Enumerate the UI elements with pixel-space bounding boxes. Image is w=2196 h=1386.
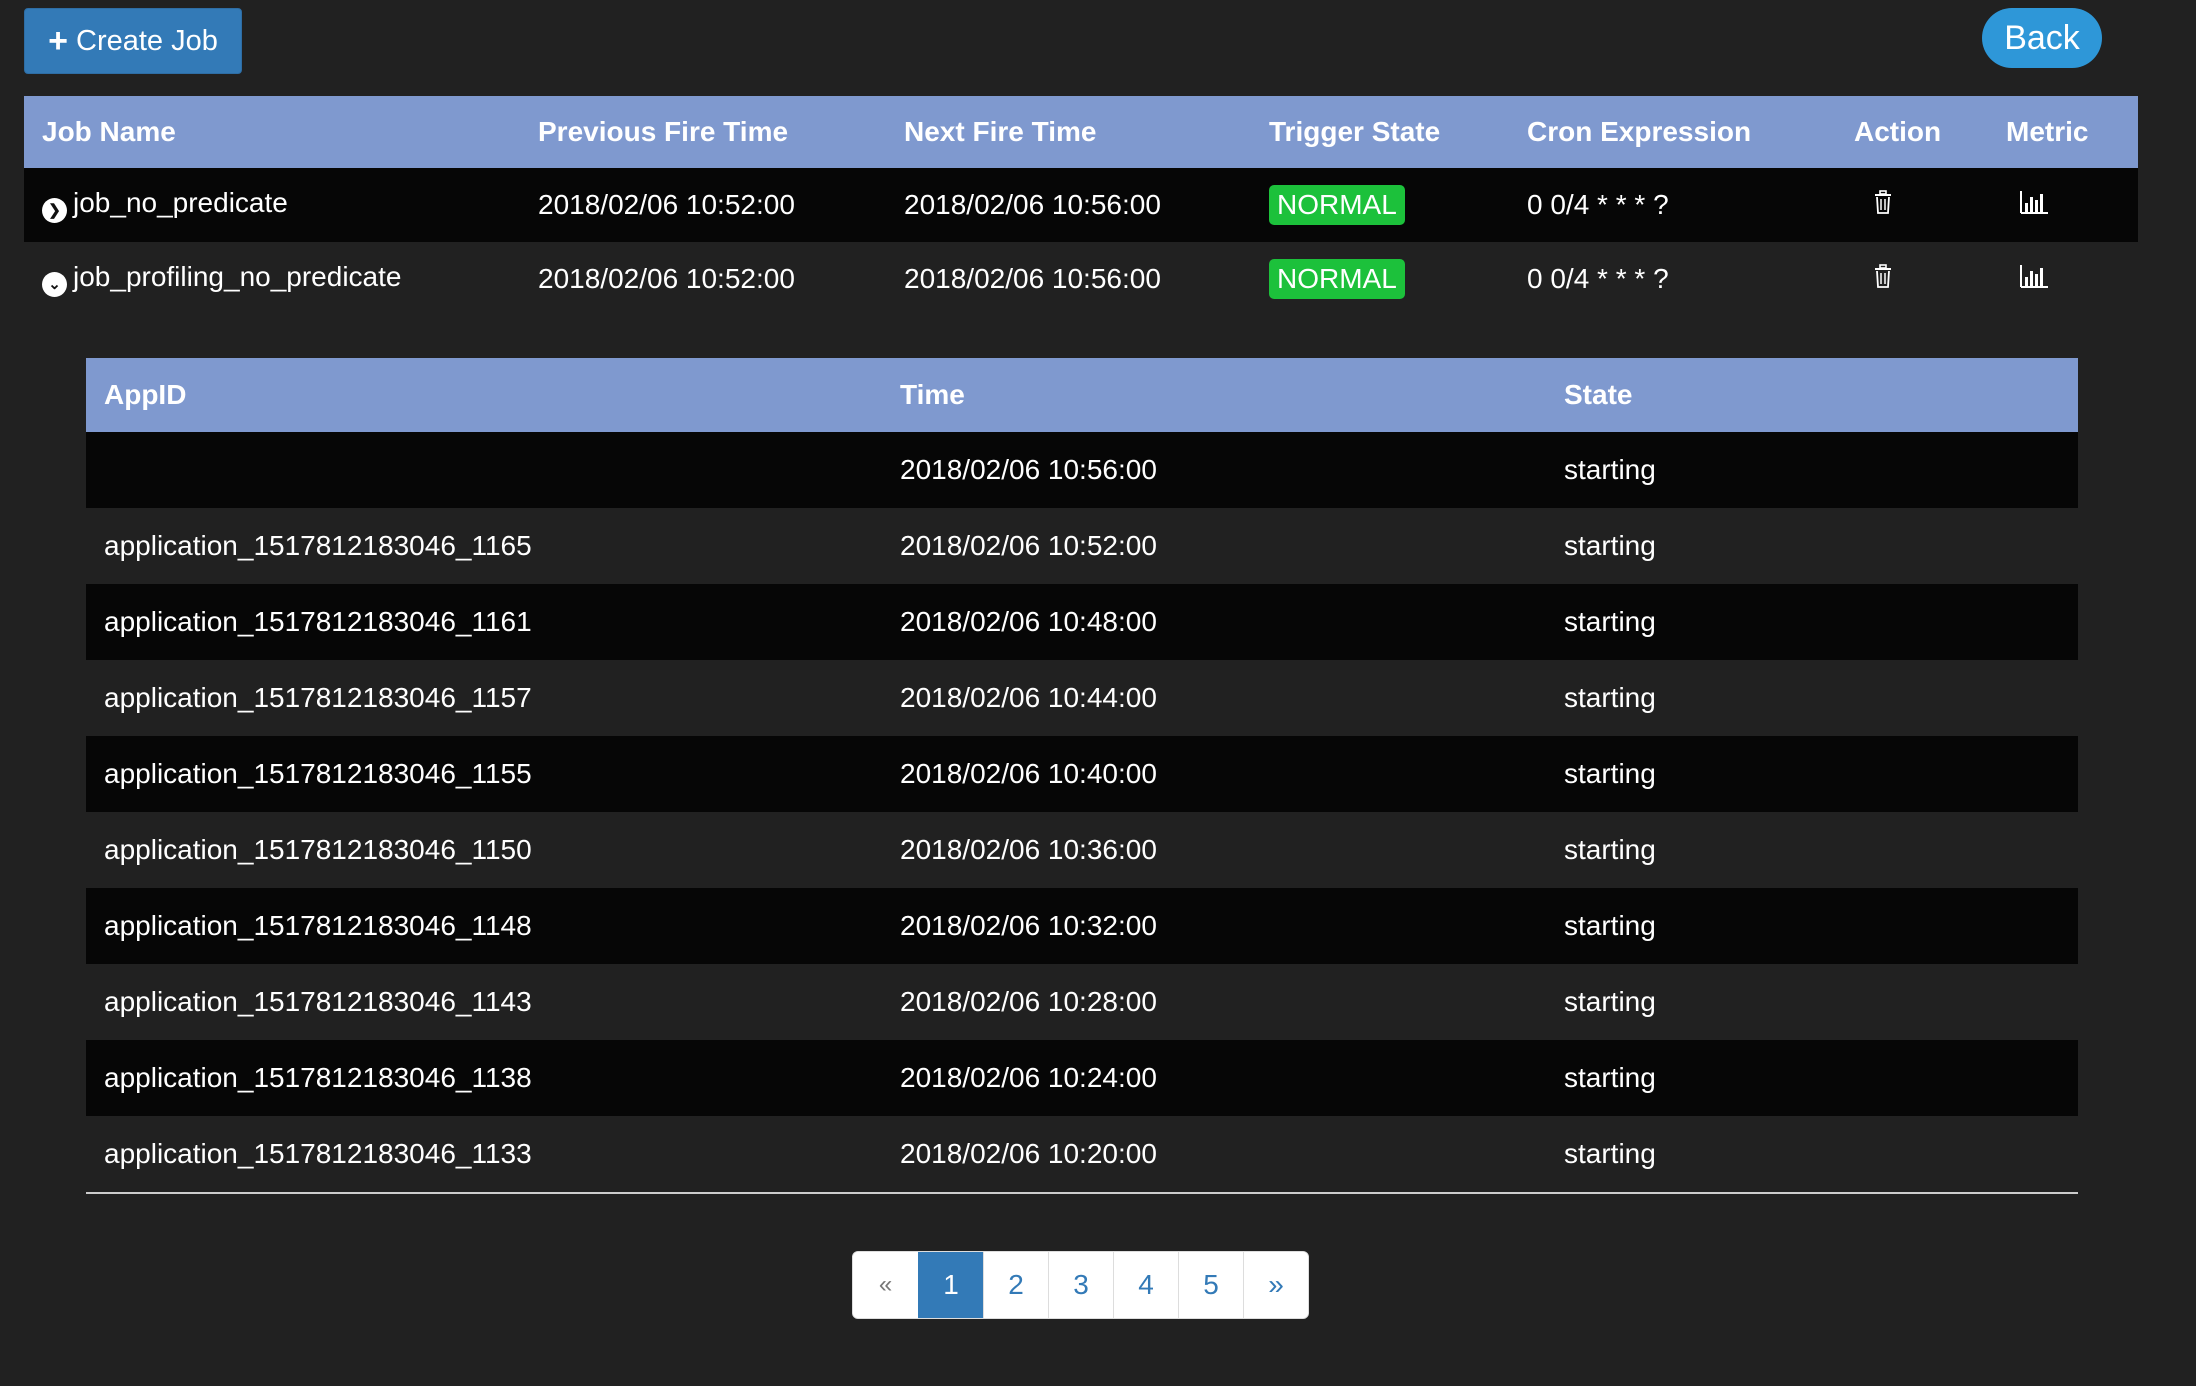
plus-icon: + xyxy=(48,22,68,60)
jobs-header-row: Job Name Previous Fire Time Next Fire Ti… xyxy=(24,96,2138,168)
status-badge: NORMAL xyxy=(1269,259,1405,299)
job-name-cell[interactable]: ❯ job_no_predicate xyxy=(24,168,520,242)
col-job-name: Job Name xyxy=(24,96,520,168)
appid-cell: application_1517812183046_1161 xyxy=(86,584,882,660)
appid-cell: application_1517812183046_1143 xyxy=(86,964,882,1040)
instance-row: application_1517812183046_1148 2018/02/06… xyxy=(86,888,2078,964)
state-cell: starting xyxy=(1546,1116,2078,1193)
trigger-state-cell: NORMAL xyxy=(1251,168,1509,242)
time-cell: 2018/02/06 10:52:00 xyxy=(882,508,1546,584)
instances-header-row: AppID Time State xyxy=(86,358,2078,432)
state-cell: starting xyxy=(1546,432,2078,508)
instance-row: application_1517812183046_1133 2018/02/06… xyxy=(86,1116,2078,1193)
chevron-right-circle-icon[interactable]: ❯ xyxy=(42,197,67,223)
time-cell: 2018/02/06 10:48:00 xyxy=(882,584,1546,660)
col-action: Action xyxy=(1836,96,1988,168)
time-cell: 2018/02/06 10:44:00 xyxy=(882,660,1546,736)
appid-cell: application_1517812183046_1157 xyxy=(86,660,882,736)
next-fire-time: 2018/02/06 10:56:00 xyxy=(886,242,1251,316)
instance-row: application_1517812183046_1157 2018/02/06… xyxy=(86,660,2078,736)
previous-fire-time: 2018/02/06 10:52:00 xyxy=(520,242,886,316)
time-cell: 2018/02/06 10:56:00 xyxy=(882,432,1546,508)
state-cell: starting xyxy=(1546,888,2078,964)
col-cron-expression: Cron Expression xyxy=(1509,96,1836,168)
time-cell: 2018/02/06 10:28:00 xyxy=(882,964,1546,1040)
state-cell: starting xyxy=(1546,584,2078,660)
instance-row: application_1517812183046_1150 2018/02/06… xyxy=(86,812,2078,888)
col-state: State xyxy=(1546,358,2078,432)
create-job-button[interactable]: + Create Job xyxy=(24,8,242,74)
bar-chart-icon[interactable] xyxy=(2018,189,2050,215)
state-cell: starting xyxy=(1546,736,2078,812)
appid-cell: application_1517812183046_1138 xyxy=(86,1040,882,1116)
appid-cell: application_1517812183046_1148 xyxy=(86,888,882,964)
job-instances-table: AppID Time State 2018/02/06 10:56:00 star… xyxy=(86,358,2078,1194)
job-name-cell[interactable]: ⌄ job_profiling_no_predicate xyxy=(24,242,520,316)
time-cell: 2018/02/06 10:24:00 xyxy=(882,1040,1546,1116)
create-job-label: Create Job xyxy=(76,24,218,57)
cron-expression: 0 0/4 * * * ? xyxy=(1509,242,1836,316)
time-cell: 2018/02/06 10:32:00 xyxy=(882,888,1546,964)
status-badge: NORMAL xyxy=(1269,185,1405,225)
metric-cell xyxy=(1988,242,2138,316)
trash-icon[interactable] xyxy=(1870,189,1896,215)
previous-fire-time: 2018/02/06 10:52:00 xyxy=(520,168,886,242)
state-cell: starting xyxy=(1546,508,2078,584)
job-name: job_no_predicate xyxy=(73,187,288,219)
instance-row: application_1517812183046_1161 2018/02/06… xyxy=(86,584,2078,660)
cron-expression: 0 0/4 * * * ? xyxy=(1509,168,1836,242)
col-appid: AppID xyxy=(86,358,882,432)
time-cell: 2018/02/06 10:40:00 xyxy=(882,736,1546,812)
chevron-down-circle-icon[interactable]: ⌄ xyxy=(42,271,67,297)
col-trigger-state: Trigger State xyxy=(1251,96,1509,168)
trigger-state-cell: NORMAL xyxy=(1251,242,1509,316)
jobs-table: Job Name Previous Fire Time Next Fire Ti… xyxy=(24,96,2138,316)
appid-cell: application_1517812183046_1155 xyxy=(86,736,882,812)
col-previous-fire-time: Previous Fire Time xyxy=(520,96,886,168)
pagination-prev[interactable]: « xyxy=(853,1252,918,1318)
job-row[interactable]: ❯ job_no_predicate 2018/02/06 10:52:00 20… xyxy=(24,168,2138,242)
appid-cell: application_1517812183046_1150 xyxy=(86,812,882,888)
instance-row: application_1517812183046_1165 2018/02/06… xyxy=(86,508,2078,584)
appid-cell: application_1517812183046_1133 xyxy=(86,1116,882,1193)
pagination: « 1 2 3 4 5 » xyxy=(852,1251,1309,1319)
instance-row: application_1517812183046_1138 2018/02/06… xyxy=(86,1040,2078,1116)
time-cell: 2018/02/06 10:20:00 xyxy=(882,1116,1546,1193)
instance-row: 2018/02/06 10:56:00 starting xyxy=(86,432,2078,508)
pagination-page-5[interactable]: 5 xyxy=(1178,1252,1243,1318)
pagination-page-1[interactable]: 1 xyxy=(918,1252,983,1318)
pagination-page-4[interactable]: 4 xyxy=(1113,1252,1178,1318)
pagination-page-2[interactable]: 2 xyxy=(983,1252,1048,1318)
col-metric: Metric xyxy=(1988,96,2138,168)
action-cell xyxy=(1836,242,1988,316)
trash-icon[interactable] xyxy=(1870,263,1896,289)
pagination-page-3[interactable]: 3 xyxy=(1048,1252,1113,1318)
appid-cell: application_1517812183046_1165 xyxy=(86,508,882,584)
appid-cell xyxy=(86,432,882,508)
back-button[interactable]: Back xyxy=(1982,8,2102,68)
job-row[interactable]: ⌄ job_profiling_no_predicate 2018/02/06 1… xyxy=(24,242,2138,316)
col-next-fire-time: Next Fire Time xyxy=(886,96,1251,168)
state-cell: starting xyxy=(1546,660,2078,736)
metric-cell xyxy=(1988,168,2138,242)
job-name: job_profiling_no_predicate xyxy=(73,261,402,293)
state-cell: starting xyxy=(1546,964,2078,1040)
pagination-next[interactable]: » xyxy=(1243,1252,1308,1318)
instance-row: application_1517812183046_1155 2018/02/06… xyxy=(86,736,2078,812)
col-time: Time xyxy=(882,358,1546,432)
state-cell: starting xyxy=(1546,812,2078,888)
action-cell xyxy=(1836,168,1988,242)
time-cell: 2018/02/06 10:36:00 xyxy=(882,812,1546,888)
next-fire-time: 2018/02/06 10:56:00 xyxy=(886,168,1251,242)
bar-chart-icon[interactable] xyxy=(2018,263,2050,289)
state-cell: starting xyxy=(1546,1040,2078,1116)
instance-row: application_1517812183046_1143 2018/02/06… xyxy=(86,964,2078,1040)
